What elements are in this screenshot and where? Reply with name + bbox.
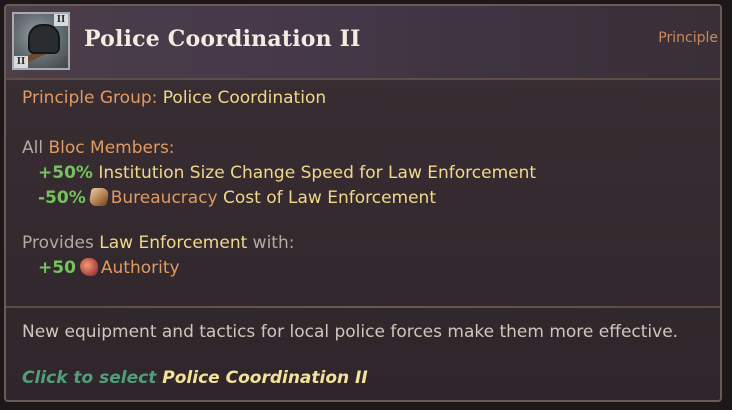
- helmet-shape: [28, 24, 60, 54]
- effect-amount: +50%: [38, 163, 93, 183]
- bloc-members-label: Bloc Members:: [48, 138, 175, 158]
- provides-institution: Law Enforcement: [99, 233, 248, 253]
- principle-group-line: Principle Group: Police Coordination: [22, 86, 326, 110]
- provides-effect-1: +50 Authority: [38, 256, 180, 280]
- effect-text: Institution Size Change Speed for Law En…: [98, 163, 537, 183]
- principle-group-value: Police Coordination: [162, 88, 327, 108]
- police-helmet-icon: II II: [12, 12, 70, 70]
- bloc-members-prefix: All: [22, 138, 44, 158]
- principle-type-label: Principle: [658, 30, 718, 46]
- tier-badge-bottom: II: [14, 56, 28, 68]
- provides-prefix: Provides: [22, 233, 94, 253]
- effect-amount: -50%: [38, 188, 86, 208]
- provides-heading: Provides Law Enforcement with:: [22, 231, 294, 255]
- effect-highlight: Bureaucracy: [110, 188, 218, 208]
- provides-suffix: with:: [252, 233, 295, 253]
- principle-group-label: Principle Group:: [22, 88, 158, 108]
- effect-text: Cost of Law Enforcement: [223, 188, 436, 208]
- tooltip-header: II II Police Coordination II Principle: [6, 6, 720, 80]
- effect-highlight: Authority: [100, 258, 180, 278]
- bloc-effect-2: -50% Bureaucracy Cost of Law Enforcement: [38, 186, 436, 210]
- select-principle-action[interactable]: Click to select Police Coordination II: [22, 368, 368, 388]
- bureaucracy-scroll-icon: [88, 188, 110, 206]
- principle-tooltip: II II Police Coordination II Principle P…: [4, 4, 722, 402]
- effect-amount: +50: [38, 258, 76, 278]
- tier-badge-top: II: [54, 14, 68, 26]
- tooltip-title: Police Coordination II: [84, 26, 361, 52]
- bloc-members-heading: All Bloc Members:: [22, 136, 175, 160]
- authority-icon: [79, 258, 98, 276]
- action-lead: Click to select: [22, 368, 157, 388]
- flavor-text: New equipment and tactics for local poli…: [22, 322, 679, 342]
- action-target: Police Coordination II: [162, 368, 368, 388]
- bloc-effect-1: +50% Institution Size Change Speed for L…: [38, 161, 536, 185]
- section-divider: [6, 306, 720, 308]
